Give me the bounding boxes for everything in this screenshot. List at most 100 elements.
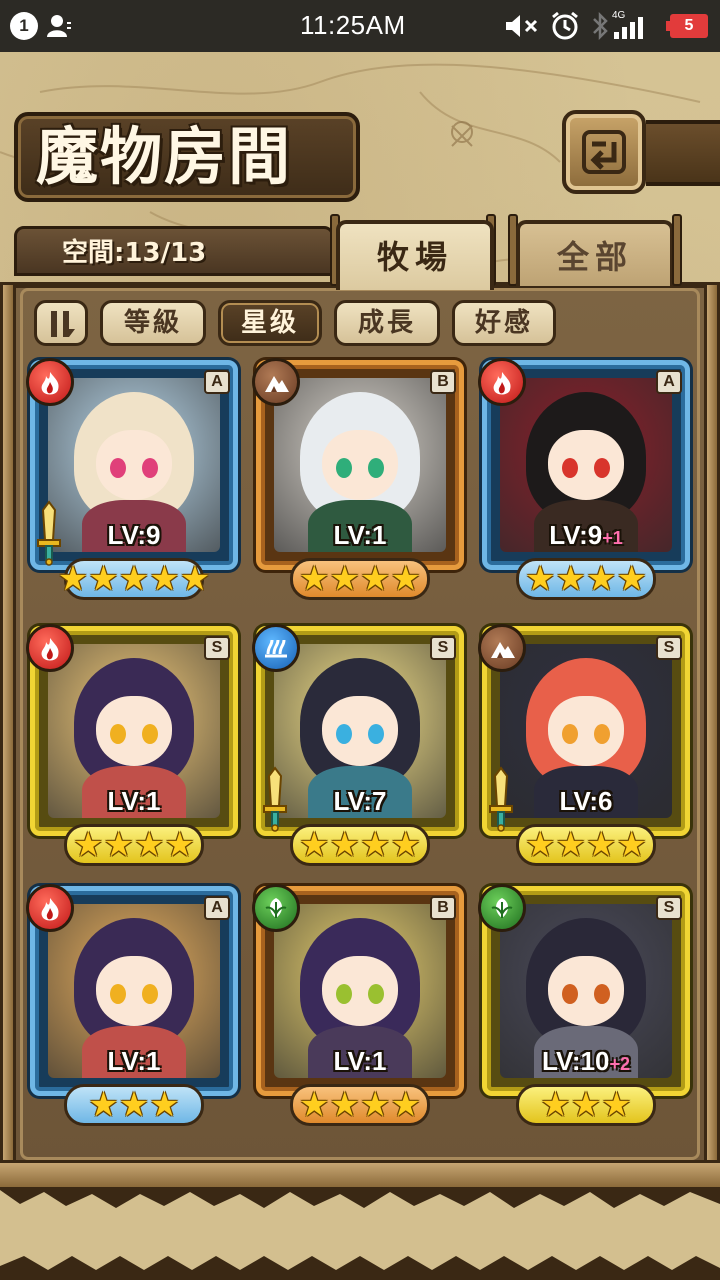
monster-card[interactable]: S LV:7 ★ ★ ★ ★ bbox=[252, 624, 464, 866]
torn-paper-edge bbox=[0, 1190, 720, 1280]
panel-edge-left bbox=[0, 282, 16, 1176]
star-rating: ★ ★ ★ ★ bbox=[516, 558, 656, 600]
signal-icon bbox=[614, 17, 643, 39]
star-icon: ★ bbox=[525, 825, 556, 865]
element-earth-icon bbox=[478, 624, 526, 672]
space-capacity-label: 空間:13/13 bbox=[62, 238, 207, 268]
monster-level: LV:10+2 bbox=[482, 1046, 690, 1077]
sort-level-button[interactable]: 等級 bbox=[100, 300, 206, 346]
star-icon: ★ bbox=[329, 559, 360, 599]
star-icon: ★ bbox=[586, 559, 617, 599]
star-icon: ★ bbox=[360, 825, 391, 865]
level-text: LV:9 bbox=[549, 520, 603, 550]
level-text: LV:9 bbox=[107, 520, 161, 550]
alarm-icon bbox=[552, 11, 578, 40]
star-icon: ★ bbox=[88, 559, 119, 599]
monster-level: LV:7 bbox=[256, 786, 464, 817]
star-rating: ★ ★ ★ bbox=[64, 1084, 204, 1126]
level-text: LV:10 bbox=[542, 1046, 610, 1076]
star-rating: ★ ★ ★ ★ bbox=[290, 1084, 430, 1126]
star-icon: ★ bbox=[555, 825, 586, 865]
star-icon: ★ bbox=[329, 825, 360, 865]
monster-level: LV:1 bbox=[30, 786, 238, 817]
star-icon: ★ bbox=[540, 1085, 571, 1125]
level-plus: +2 bbox=[609, 1054, 630, 1074]
star-rating: ★ ★ ★ ★ bbox=[290, 558, 430, 600]
sort-star-button[interactable]: 星级 bbox=[218, 300, 322, 346]
rank-badge: A bbox=[204, 896, 230, 920]
element-water-icon bbox=[252, 624, 300, 672]
star-icon: ★ bbox=[555, 559, 586, 599]
sort-growth-button[interactable]: 成長 bbox=[334, 300, 440, 346]
level-text: LV:7 bbox=[333, 786, 387, 816]
level-plus: +1 bbox=[602, 528, 623, 548]
star-rating: ★ ★ ★ ★ bbox=[290, 824, 430, 866]
rank-badge: S bbox=[656, 636, 682, 660]
element-wood-icon bbox=[478, 884, 526, 932]
tab-pillar bbox=[672, 214, 682, 286]
status-bar: 1 11:25AM 4G 5 bbox=[0, 0, 720, 52]
panel-edge-right bbox=[704, 282, 720, 1176]
star-icon: ★ bbox=[118, 1085, 150, 1125]
battery-icon: 5 bbox=[666, 14, 708, 38]
panel-bottom-band bbox=[0, 1160, 720, 1190]
monster-card[interactable]: S LV:10+2 ★ ★ ★ bbox=[478, 884, 690, 1126]
status-icons: 4G 5 bbox=[490, 0, 720, 52]
star-rating: ★ ★ ★ ★ bbox=[64, 824, 204, 866]
monster-level: LV:9+1 bbox=[482, 520, 690, 551]
mute-icon bbox=[506, 15, 538, 37]
rank-badge: S bbox=[204, 636, 230, 660]
star-icon: ★ bbox=[390, 559, 421, 599]
star-icon: ★ bbox=[360, 1085, 391, 1125]
star-icon: ★ bbox=[616, 825, 647, 865]
clock-time: 11:25AM bbox=[300, 10, 406, 40]
star-rating: ★ ★ ★ ★ ★ bbox=[58, 558, 210, 600]
page-title: 魔物房間 bbox=[36, 120, 293, 193]
monster-card[interactable]: A LV:9+1 ★ ★ ★ ★ bbox=[478, 358, 690, 600]
star-icon: ★ bbox=[570, 1085, 602, 1125]
rank-badge: S bbox=[656, 896, 682, 920]
star-icon: ★ bbox=[390, 825, 421, 865]
star-icon: ★ bbox=[73, 825, 104, 865]
notification-count-badge: 1 bbox=[10, 12, 38, 40]
rank-badge: A bbox=[204, 370, 230, 394]
element-fire-icon bbox=[26, 884, 74, 932]
monster-card[interactable]: B LV:1 ★ ★ ★ ★ bbox=[252, 884, 464, 1126]
tab-ranch[interactable]: 牧場 bbox=[336, 220, 494, 290]
monster-level: LV:9 bbox=[30, 520, 238, 551]
star-icon: ★ bbox=[134, 825, 165, 865]
person-icon bbox=[47, 15, 71, 37]
monster-level: LV:6 bbox=[482, 786, 690, 817]
star-icon: ★ bbox=[103, 825, 134, 865]
star-icon: ★ bbox=[360, 559, 391, 599]
star-rating: ★ ★ ★ ★ bbox=[516, 824, 656, 866]
star-icon: ★ bbox=[299, 1085, 330, 1125]
rank-badge: B bbox=[430, 896, 456, 920]
back-arrow-icon bbox=[582, 130, 626, 174]
element-fire-icon bbox=[26, 624, 74, 672]
level-text: LV:1 bbox=[107, 786, 161, 816]
sort-affection-button[interactable]: 好感 bbox=[452, 300, 556, 346]
back-button-rail bbox=[646, 120, 720, 186]
element-fire-icon bbox=[26, 358, 74, 406]
star-icon: ★ bbox=[299, 559, 330, 599]
monster-level: LV:1 bbox=[30, 1046, 238, 1077]
rank-badge: S bbox=[430, 636, 456, 660]
monster-card[interactable]: A LV:1 ★ ★ ★ bbox=[26, 884, 238, 1126]
star-icon: ★ bbox=[616, 559, 647, 599]
monster-card[interactable]: S LV:6 ★ ★ ★ ★ bbox=[478, 624, 690, 866]
star-icon: ★ bbox=[601, 1085, 632, 1125]
element-wood-icon bbox=[252, 884, 300, 932]
monster-card[interactable]: S LV:1 ★ ★ ★ ★ bbox=[26, 624, 238, 866]
level-text: LV:1 bbox=[107, 1046, 161, 1076]
back-button[interactable] bbox=[562, 110, 646, 194]
rank-badge: A bbox=[656, 370, 682, 394]
sort-order-icon bbox=[51, 311, 75, 337]
sort-order-toggle-button[interactable] bbox=[34, 300, 88, 346]
tab-all[interactable]: 全部 bbox=[516, 220, 674, 286]
monster-card[interactable]: A LV:9 ★ ★ ★ ★ ★ bbox=[26, 358, 238, 600]
star-icon: ★ bbox=[586, 825, 617, 865]
monster-card[interactable]: B LV:1 ★ ★ ★ ★ bbox=[252, 358, 464, 600]
star-icon: ★ bbox=[299, 825, 330, 865]
star-icon: ★ bbox=[118, 559, 150, 599]
